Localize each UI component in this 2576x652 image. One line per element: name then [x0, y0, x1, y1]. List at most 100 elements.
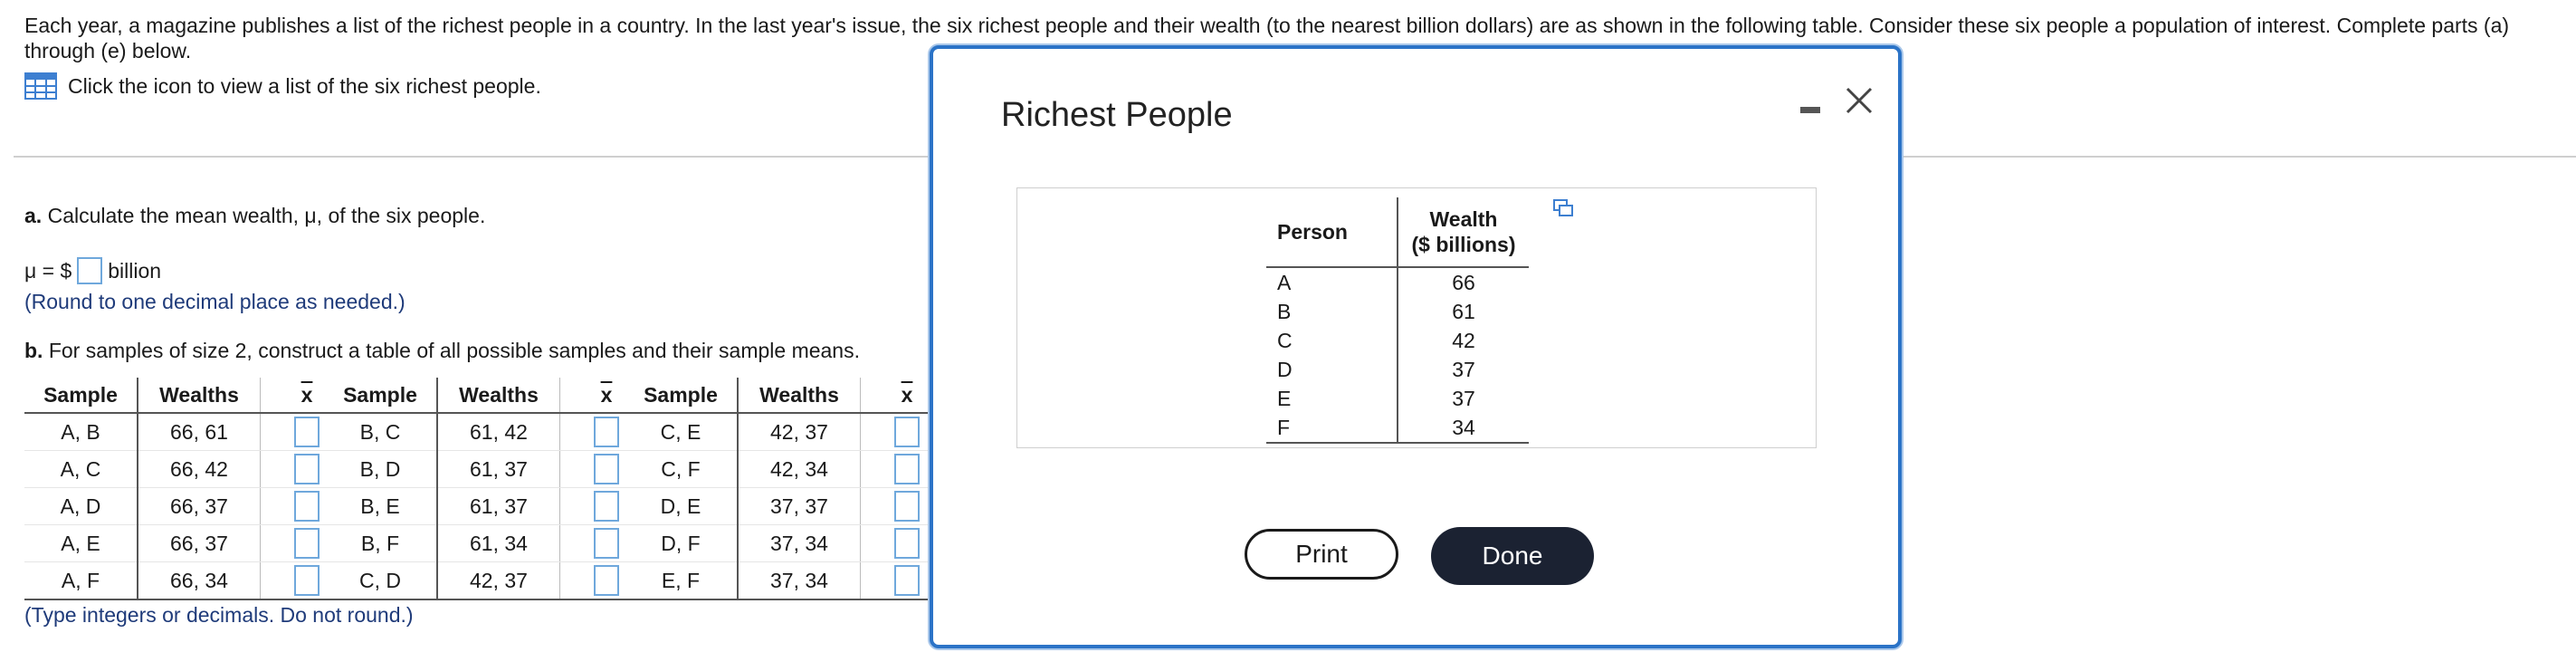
person-cell: C	[1277, 328, 1293, 352]
table-row: A, F 66, 34	[24, 561, 353, 600]
copy-icon[interactable]	[1553, 199, 1573, 217]
table-row: F 34	[1266, 413, 1529, 444]
wealths-cell: 66, 34	[138, 561, 261, 600]
table-row: C, F 42, 34	[625, 450, 953, 488]
table-row: C 42	[1266, 326, 1529, 355]
view-table-text[interactable]: Click the icon to view a list of the six…	[68, 74, 541, 99]
wealths-cell: 61, 37	[437, 487, 560, 525]
xbar-input[interactable]	[894, 417, 920, 447]
samples-header-sample: Sample	[625, 378, 739, 414]
samples-header-wealths: Wealths	[738, 378, 861, 414]
richest-people-dialog: Richest People Person Wealth ($ billions…	[930, 45, 1902, 648]
wealths-cell: 66, 37	[138, 487, 261, 525]
table-row: C, E 42, 37	[625, 413, 953, 451]
sample-cell: A, E	[24, 524, 138, 562]
richest-table: Person Wealth ($ billions) A 66 B 61 C 42 D 37 E…	[1266, 197, 1529, 444]
sample-cell: D, F	[625, 524, 739, 562]
xbar-input[interactable]	[894, 454, 920, 484]
samples-header-sample: Sample	[24, 378, 138, 414]
xbar-input[interactable]	[894, 528, 920, 559]
table-row: E 37	[1266, 384, 1529, 413]
xbar-input[interactable]	[294, 417, 320, 447]
xbar-input[interactable]	[594, 528, 619, 559]
samples-header-wealths: Wealths	[437, 378, 560, 414]
wealth-cell: 34	[1397, 413, 1529, 444]
samples-table-1: Sample Wealths x A, B 66, 61 A, C 66, 42 A, D 66…	[24, 378, 353, 600]
table-row: B, E 61, 37	[324, 487, 653, 525]
sample-cell: A, B	[24, 413, 138, 451]
wealths-cell: 61, 42	[437, 413, 560, 451]
part-b-label: b.	[24, 339, 43, 362]
xbar-input[interactable]	[294, 565, 320, 596]
xbar-input[interactable]	[594, 491, 619, 522]
mu-suffix: billion	[108, 258, 162, 283]
xbar-input[interactable]	[894, 565, 920, 596]
mu-answer-line: μ = $ billion	[24, 257, 161, 284]
xbar-input[interactable]	[294, 454, 320, 484]
dialog-title: Richest People	[1001, 96, 1233, 134]
table-row: A, C 66, 42	[24, 450, 353, 488]
wealths-cell: 37, 37	[738, 487, 861, 525]
table-row: C, D 42, 37	[324, 561, 653, 600]
xbar-input[interactable]	[594, 454, 619, 484]
sample-cell: C, F	[625, 450, 739, 488]
mu-input[interactable]	[77, 257, 103, 284]
xbar-input[interactable]	[294, 528, 320, 559]
table-row: A, E 66, 37	[24, 524, 353, 562]
done-button[interactable]: Done	[1431, 527, 1594, 585]
wealths-cell: 42, 37	[738, 413, 861, 451]
table-row: B 61	[1266, 297, 1529, 326]
sample-cell: D, E	[625, 487, 739, 525]
wealth-cell: 37	[1397, 384, 1529, 413]
part-b-text: For samples of size 2, construct a table…	[48, 339, 860, 362]
sample-cell: B, D	[324, 450, 438, 488]
sample-cell: A, D	[24, 487, 138, 525]
sample-cell: C, E	[625, 413, 739, 451]
wealth-header-line1: Wealth	[1429, 207, 1498, 231]
table-row: D, E 37, 37	[625, 487, 953, 525]
minimize-icon[interactable]	[1798, 92, 1822, 120]
person-cell: E	[1277, 386, 1292, 410]
part-a-label: a.	[24, 204, 43, 227]
person-header: Person	[1266, 197, 1398, 268]
wealth-cell: 61	[1397, 297, 1529, 326]
table-icon[interactable]	[24, 72, 57, 100]
part-a-text: Calculate the mean wealth, μ, of the six…	[47, 204, 486, 227]
sample-cell: A, C	[24, 450, 138, 488]
samples-table-3: Sample Wealths x C, E 42, 37 C, F 42, 34 D, E 37…	[625, 378, 953, 600]
xbar-input[interactable]	[594, 417, 619, 447]
sample-cell: A, F	[24, 561, 138, 600]
sample-cell: C, D	[324, 561, 438, 600]
sample-cell: B, F	[324, 524, 438, 562]
part-b-hint: (Type integers or decimals. Do not round…	[24, 603, 414, 627]
wealth-cell: 42	[1397, 326, 1529, 355]
xbar-input[interactable]	[594, 565, 619, 596]
view-table-link[interactable]: Click the icon to view a list of the six…	[24, 72, 541, 100]
person-cell: D	[1277, 357, 1293, 381]
richest-table-panel: Person Wealth ($ billions) A 66 B 61 C 42 D 37 E…	[1016, 187, 1817, 448]
table-row: B, C 61, 42	[324, 413, 653, 451]
samples-header-wealths: Wealths	[138, 378, 261, 414]
wealth-cell: 66	[1397, 267, 1529, 297]
table-row: D 37	[1266, 355, 1529, 384]
part-b-question: b. For samples of size 2, construct a ta…	[24, 339, 860, 363]
sample-cell: B, C	[324, 413, 438, 451]
sample-cell: E, F	[625, 561, 739, 600]
table-row: A, D 66, 37	[24, 487, 353, 525]
table-row: A, B 66, 61	[24, 413, 353, 451]
sample-cell: B, E	[324, 487, 438, 525]
person-cell: F	[1266, 413, 1398, 444]
wealths-cell: 37, 34	[738, 561, 861, 600]
part-a-hint: (Round to one decimal place as needed.)	[24, 290, 405, 313]
table-row: B, D 61, 37	[324, 450, 653, 488]
wealths-cell: 61, 34	[437, 524, 560, 562]
close-icon[interactable]	[1844, 85, 1875, 116]
xbar-input[interactable]	[894, 491, 920, 522]
wealths-cell: 42, 37	[437, 561, 560, 600]
print-button[interactable]: Print	[1245, 529, 1398, 580]
person-cell: A	[1277, 270, 1292, 294]
person-cell: B	[1277, 299, 1292, 323]
wealths-cell: 66, 61	[138, 413, 261, 451]
xbar-input[interactable]	[294, 491, 320, 522]
wealth-header-line2: ($ billions)	[1411, 233, 1516, 256]
